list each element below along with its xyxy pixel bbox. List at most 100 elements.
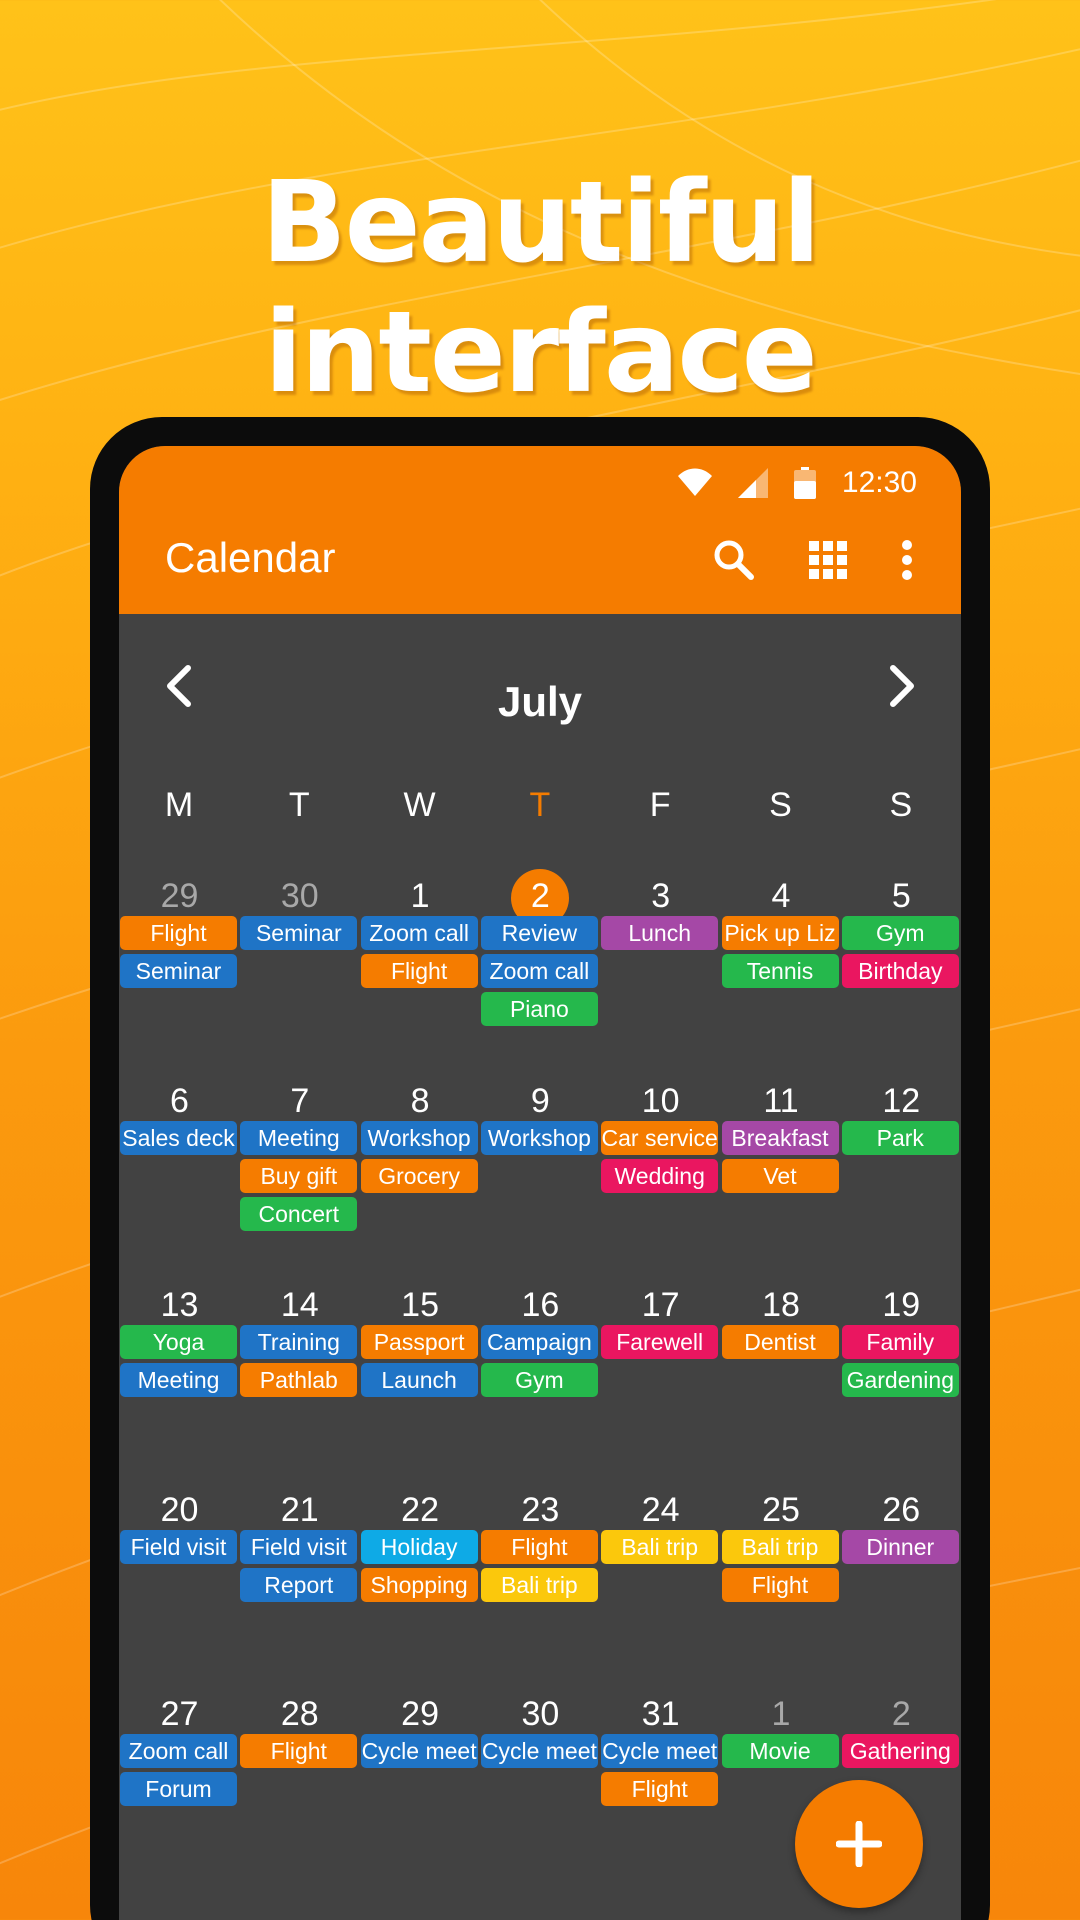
day-cell[interactable]: 22 Holiday Shopping — [360, 1472, 481, 1677]
day-cell[interactable]: 1 Zoom call Flight — [360, 858, 481, 1063]
event-chip[interactable]: Cycle meet — [601, 1734, 719, 1768]
event-chip[interactable]: Seminar — [120, 954, 237, 988]
day-cell[interactable]: 30 Seminar — [239, 858, 360, 1063]
add-event-button[interactable] — [795, 1780, 923, 1908]
event-chip[interactable]: Flight — [360, 954, 478, 988]
day-cell[interactable]: 6 Sales deck — [119, 1063, 240, 1268]
event-chip[interactable]: Grocery — [360, 1158, 478, 1193]
event-chip[interactable]: Movie — [721, 1734, 839, 1768]
grid-view-button[interactable] — [800, 532, 856, 588]
event-chip[interactable]: Training — [240, 1325, 358, 1359]
event-chip[interactable]: Report — [240, 1567, 358, 1602]
event-chip[interactable]: Dentist — [721, 1325, 839, 1359]
event-chip[interactable]: Bali trip — [480, 1567, 598, 1602]
event-chip[interactable]: Gardening — [841, 1363, 959, 1397]
day-cell[interactable]: 9 Workshop — [480, 1063, 601, 1268]
day-cell[interactable]: 13 Yoga Meeting — [119, 1267, 240, 1472]
event-chip[interactable]: Birthday — [841, 954, 959, 988]
event-chip[interactable]: Pathlab — [240, 1363, 358, 1397]
day-cell[interactable]: 4 Pick up Liz Tennis — [721, 858, 842, 1063]
event-chip[interactable]: Zoom call — [360, 916, 478, 950]
event-chip[interactable]: Family — [841, 1325, 959, 1359]
day-cell[interactable]: 5 Gym Birthday — [841, 858, 961, 1063]
event-chip[interactable]: Field visit — [240, 1529, 358, 1564]
event-chip[interactable]: Car service — [601, 1120, 719, 1155]
day-cell[interactable]: 23 Flight Bali trip — [480, 1472, 601, 1677]
day-cell[interactable]: 2 Review Zoom call Piano — [480, 858, 601, 1063]
event-chip[interactable]: Vet — [721, 1158, 839, 1193]
event-chip[interactable]: Tennis — [721, 954, 839, 988]
day-cell[interactable]: 21 Field visit Report — [239, 1472, 360, 1677]
search-button[interactable] — [706, 532, 762, 588]
event-chip[interactable]: Zoom call — [120, 1734, 237, 1768]
day-cell[interactable]: 27 Zoom call Forum — [119, 1676, 240, 1881]
event-chip[interactable]: Gym — [841, 916, 959, 950]
event-chip[interactable]: Cycle meet — [360, 1734, 478, 1768]
day-cell[interactable]: 29 Flight Seminar — [119, 858, 240, 1063]
more-options-button[interactable] — [879, 532, 935, 588]
day-cell[interactable]: 16 Campaign Gym — [480, 1267, 601, 1472]
day-cell[interactable]: 14 Training Pathlab — [239, 1267, 360, 1472]
event-chip[interactable]: Breakfast — [721, 1120, 839, 1155]
event-chip[interactable]: Launch — [360, 1363, 478, 1397]
day-cell[interactable]: 31 Cycle meet Flight — [600, 1676, 721, 1881]
day-cell[interactable]: 30 Cycle meet — [480, 1676, 601, 1881]
event-chip[interactable]: Sales deck — [120, 1120, 237, 1155]
event-chip[interactable]: Gym — [480, 1363, 598, 1397]
event-chip[interactable]: Flight — [120, 916, 237, 950]
day-cell[interactable]: 17 Farewell — [600, 1267, 721, 1472]
next-month-button[interactable] — [877, 656, 927, 716]
day-cell[interactable]: 29 Cycle meet — [360, 1676, 481, 1881]
day-cell[interactable]: 19 Family Gardening — [841, 1267, 961, 1472]
day-number: 29 — [160, 877, 199, 915]
event-chip[interactable]: Piano — [480, 992, 598, 1026]
day-cell[interactable]: 12 Park — [841, 1063, 961, 1268]
day-cell[interactable]: 11 Breakfast Vet — [721, 1063, 842, 1268]
event-chip[interactable]: Bali trip — [721, 1529, 839, 1564]
event-chip[interactable]: Cycle meet — [480, 1734, 598, 1768]
weekday-label: T — [529, 786, 551, 824]
event-chip[interactable]: Flight — [601, 1772, 719, 1806]
event-chip[interactable]: Field visit — [120, 1529, 237, 1564]
event-chip[interactable]: Passport — [360, 1325, 478, 1359]
event-chip[interactable]: Seminar — [240, 916, 358, 950]
day-cell[interactable]: 18 Dentist — [721, 1267, 842, 1472]
day-cell[interactable]: 26 Dinner — [841, 1472, 961, 1677]
event-chip[interactable]: Workshop — [480, 1120, 598, 1155]
day-cell[interactable]: 28 Flight — [239, 1676, 360, 1881]
event-chip[interactable]: Park — [841, 1120, 959, 1155]
day-cell[interactable]: 7 Meeting Buy gift Concert — [239, 1063, 360, 1268]
event-chip[interactable]: Review — [480, 916, 598, 950]
event-chip[interactable]: Concert — [240, 1196, 358, 1231]
event-chip[interactable]: Holiday — [360, 1529, 478, 1564]
event-chip[interactable]: Bali trip — [601, 1529, 719, 1564]
day-cell[interactable]: 10 Car service Wedding — [600, 1063, 721, 1268]
event-chip[interactable]: Campaign — [480, 1325, 598, 1359]
event-chip[interactable]: Yoga — [120, 1325, 237, 1359]
day-cell[interactable]: 24 Bali trip — [600, 1472, 721, 1677]
day-cell[interactable]: 15 Passport Launch — [360, 1267, 481, 1472]
event-chip[interactable]: Lunch — [601, 916, 719, 950]
event-chip[interactable]: Farewell — [601, 1325, 719, 1359]
event-chip[interactable]: Gathering — [841, 1734, 959, 1768]
event-chip[interactable]: Flight — [240, 1734, 358, 1768]
event-chip[interactable]: Meeting — [120, 1363, 237, 1397]
month-title[interactable]: July — [119, 678, 961, 726]
event-chip[interactable]: Meeting — [240, 1120, 358, 1155]
day-cell[interactable]: 3 Lunch — [600, 858, 721, 1063]
day-cell[interactable]: 20 Field visit — [119, 1472, 240, 1677]
day-cell[interactable]: 8 Workshop Grocery — [360, 1063, 481, 1268]
event-chip[interactable]: Flight — [480, 1529, 598, 1564]
event-chip[interactable]: Forum — [120, 1772, 237, 1806]
event-chip[interactable]: Wedding — [601, 1158, 719, 1193]
event-chip[interactable]: Flight — [721, 1567, 839, 1602]
event-chip[interactable]: Zoom call — [480, 954, 598, 988]
day-number: 29 — [401, 1695, 439, 1733]
event-chip[interactable]: Pick up Liz — [721, 916, 839, 950]
day-number: 25 — [762, 1490, 800, 1529]
day-cell[interactable]: 25 Bali trip Flight — [721, 1472, 842, 1677]
event-chip[interactable]: Workshop — [360, 1120, 478, 1155]
event-chip[interactable]: Shopping — [360, 1567, 478, 1602]
event-chip[interactable]: Dinner — [841, 1529, 959, 1564]
event-chip[interactable]: Buy gift — [240, 1158, 358, 1193]
